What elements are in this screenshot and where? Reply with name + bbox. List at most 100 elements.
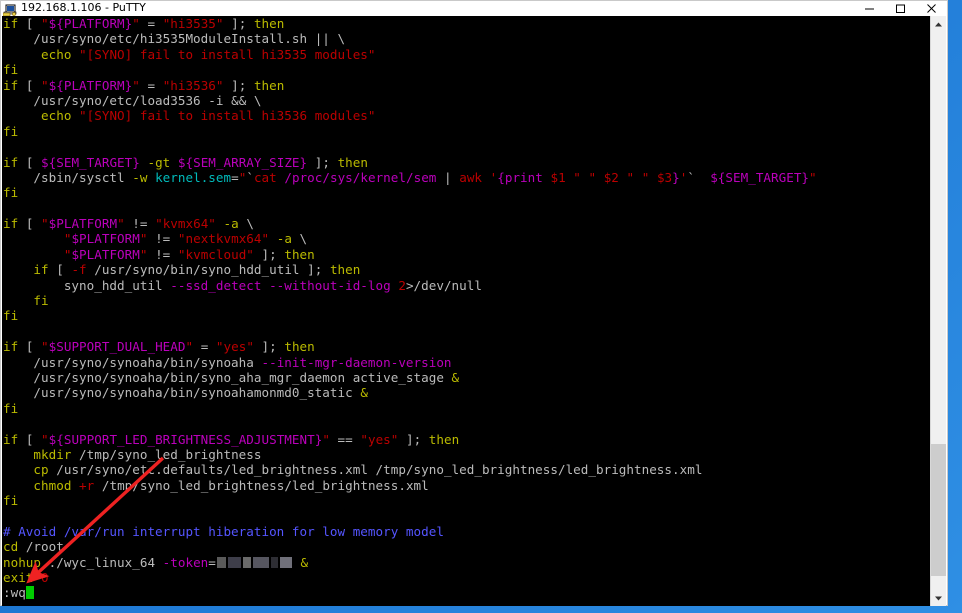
terminal-token: echo xyxy=(41,108,80,124)
terminal-token: +r xyxy=(79,477,95,493)
close-button[interactable] xyxy=(916,1,947,15)
title-bar[interactable]: 192.168.1.106 - PuTTY xyxy=(1,1,947,16)
putty-window: 192.168.1.106 - PuTTY if [ "${PLATFORM}"… xyxy=(0,0,948,606)
terminal-token: cat xyxy=(253,169,277,185)
terminal-line: fi xyxy=(3,293,817,308)
minimize-button[interactable] xyxy=(854,1,885,15)
terminal-token: exit xyxy=(3,570,34,586)
terminal-token: [ xyxy=(56,262,72,278)
terminal-token: fi xyxy=(3,123,19,139)
terminal-token: = xyxy=(208,554,216,570)
terminal-token: ${SEM_TARGET} xyxy=(710,169,810,185)
terminal-token: if xyxy=(3,431,26,447)
terminal-token: ]; xyxy=(398,431,429,447)
terminal-token: " xyxy=(132,77,140,93)
window-controls xyxy=(854,1,947,15)
terminal-line: if [ "$SUPPORT_DUAL_HEAD" = "yes" ]; the… xyxy=(3,339,817,354)
terminal-token: ]; xyxy=(223,77,254,93)
terminal-token: nohup xyxy=(3,554,42,570)
terminal-line: cp /usr/syno/etc.defaults/led_brightness… xyxy=(3,462,817,477)
terminal-token: cp xyxy=(33,462,49,478)
terminal-token: /tmp/syno_led_brightness xyxy=(71,446,262,462)
terminal-line: if [ "$PLATFORM" != "kvmx64" -a \ xyxy=(3,216,817,231)
terminal-token: /usr/syno/synoaha/bin/synoahamonmd0_stat… xyxy=(3,385,361,401)
terminal-token: ${PLATFORM} xyxy=(48,16,133,31)
terminal-token: chmod xyxy=(33,477,72,493)
terminal-token: && \ xyxy=(223,92,262,108)
terminal-token: " xyxy=(132,16,140,31)
terminal-token: " xyxy=(185,339,194,355)
terminal-token: --ssd_detect --without-id-log xyxy=(170,277,391,293)
terminal-token: [ xyxy=(25,77,42,93)
terminal-token: $PLATFORM xyxy=(71,246,140,262)
terminal-token: kernel.sem xyxy=(155,169,232,185)
terminal-token: if xyxy=(33,262,57,278)
terminal-token: /sbin/sysctl xyxy=(3,169,133,185)
terminal-line: /usr/syno/etc/hi3535ModuleInstall.sh || … xyxy=(3,31,817,46)
terminal-line: "$PLATFORM" != "kvmcloud" ]; then xyxy=(3,247,817,262)
terminal-token: " xyxy=(809,169,817,185)
terminal-token: [ xyxy=(25,154,42,170)
terminal-token: $PLATFORM xyxy=(71,231,140,247)
terminal-token: [ xyxy=(25,431,42,447)
terminal-token: fi xyxy=(3,62,19,78)
terminal-token: & xyxy=(300,554,309,570)
terminal-token: "yes" xyxy=(215,339,254,355)
terminal-screen[interactable]: if [ "${PLATFORM}" = "hi3535" ]; then /u… xyxy=(2,16,932,606)
terminal-scrollbar[interactable] xyxy=(930,16,946,606)
scrollbar-thumb[interactable] xyxy=(931,443,946,577)
terminal-token: " xyxy=(41,431,49,447)
terminal-token: = xyxy=(139,77,163,93)
terminal-token: || \ xyxy=(314,31,346,47)
terminal-token: = xyxy=(139,16,163,31)
terminal-token: [ xyxy=(25,216,42,232)
terminal-line: fi xyxy=(3,124,817,139)
terminal-token: --init-mgr-daemon-version xyxy=(261,354,452,370)
terminal-line: chmod +r /tmp/syno_led_brightness/led_br… xyxy=(3,478,817,493)
terminal-token: \ xyxy=(238,216,254,232)
terminal-token: /usr/syno/bin/syno_hdd_util ]; xyxy=(86,262,330,278)
terminal-token: "hi3536" xyxy=(162,77,224,93)
terminal-token: $SUPPORT_DUAL_HEAD xyxy=(48,339,186,355)
terminal-line: nohup ./wyc_linux_64 -token= & xyxy=(3,555,817,570)
terminal-token: ` xyxy=(246,169,254,185)
terminal-token: $3 xyxy=(656,169,673,185)
terminal-line: exit 0 xyxy=(3,570,817,585)
terminal-token: -a xyxy=(276,231,292,247)
terminal-token: /usr/syno/etc/load3536 xyxy=(3,92,209,108)
terminal-token: & xyxy=(360,385,368,401)
terminal-token: if xyxy=(3,16,26,31)
terminal-token: $1 xyxy=(550,169,566,185)
terminal-token: == xyxy=(329,431,361,447)
terminal-token: :wq xyxy=(3,585,26,601)
terminal-token: " xyxy=(117,216,125,232)
terminal-token: fi xyxy=(3,308,19,324)
terminal-token: then xyxy=(253,77,285,93)
terminal-token: then xyxy=(428,431,460,447)
terminal-line: /usr/syno/synoaha/bin/synoaha --init-mgr… xyxy=(3,355,817,370)
terminal-token: -i xyxy=(208,92,224,108)
terminal-token: "nextkvmx64" xyxy=(177,231,270,247)
terminal-token: fi xyxy=(3,493,19,509)
scroll-up-icon[interactable] xyxy=(931,16,946,32)
terminal-token: -gt xyxy=(147,154,171,170)
terminal-token: 2 xyxy=(398,277,406,293)
terminal-text: if [ "${PLATFORM}" = "hi3535" ]; then /u… xyxy=(2,16,817,601)
terminal-token: then xyxy=(329,262,361,278)
scroll-down-icon[interactable] xyxy=(931,590,946,606)
terminal-token: {print xyxy=(497,169,551,185)
maximize-button[interactable] xyxy=(885,1,916,15)
